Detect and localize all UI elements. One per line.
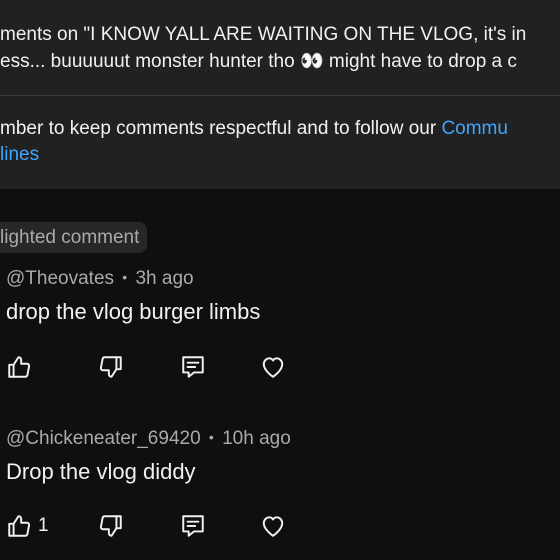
comments-title-line-2: ess... buuuuuut monster hunter tho 👀 mig… — [0, 51, 517, 72]
comment-text: Drop the vlog diddy — [6, 459, 196, 484]
like-button[interactable] — [4, 511, 34, 541]
reply-button[interactable] — [178, 511, 208, 541]
thumbs-down-icon — [99, 515, 122, 537]
reply-comment-icon — [182, 356, 204, 378]
comment-timestamp[interactable]: 10h ago — [222, 428, 291, 449]
reply-button[interactable] — [178, 352, 208, 382]
guidelines-notice-text: mber to keep comments respectful and to … — [0, 118, 442, 139]
thumbs-up-icon — [8, 356, 31, 378]
comment-author[interactable]: @Chickeneater_69420 — [6, 428, 201, 449]
comment-meta: @Theovates • 3h ago — [6, 268, 194, 290]
comment-author[interactable]: @Theovates — [6, 268, 114, 289]
heart-button[interactable] — [258, 511, 288, 541]
meta-separator: • — [208, 429, 214, 445]
guidelines-notice: mber to keep comments respectful and to … — [0, 96, 560, 189]
like-count: 1 — [38, 515, 49, 536]
thumbs-up-icon — [8, 515, 31, 537]
guidelines-notice-line-1: mber to keep comments respectful and to … — [0, 118, 508, 140]
comments-title-line-1: ments on "I KNOW YALL ARE WAITING ON THE… — [0, 24, 527, 45]
community-guidelines-link[interactable]: Commu — [441, 118, 508, 139]
guidelines-notice-line-2: lines — [0, 144, 39, 166]
heart-button[interactable] — [258, 352, 288, 382]
heart-icon — [262, 357, 284, 378]
comments-header: ments on "I KNOW YALL ARE WAITING ON THE… — [0, 0, 560, 96]
dislike-button[interactable] — [96, 352, 126, 382]
comment-text: drop the vlog burger limbs — [6, 299, 261, 324]
comment-timestamp[interactable]: 3h ago — [135, 268, 193, 289]
comment-meta: @Chickeneater_69420 • 10h ago — [6, 428, 291, 450]
highlighted-comment-badge: lighted comment — [0, 222, 148, 253]
thumbs-down-icon — [99, 356, 122, 378]
community-guidelines-link-continued[interactable]: lines — [0, 144, 39, 165]
meta-separator: • — [122, 269, 128, 285]
reply-comment-icon — [182, 515, 204, 537]
dislike-button[interactable] — [96, 511, 126, 541]
heart-icon — [262, 516, 284, 537]
like-button[interactable] — [4, 352, 34, 382]
